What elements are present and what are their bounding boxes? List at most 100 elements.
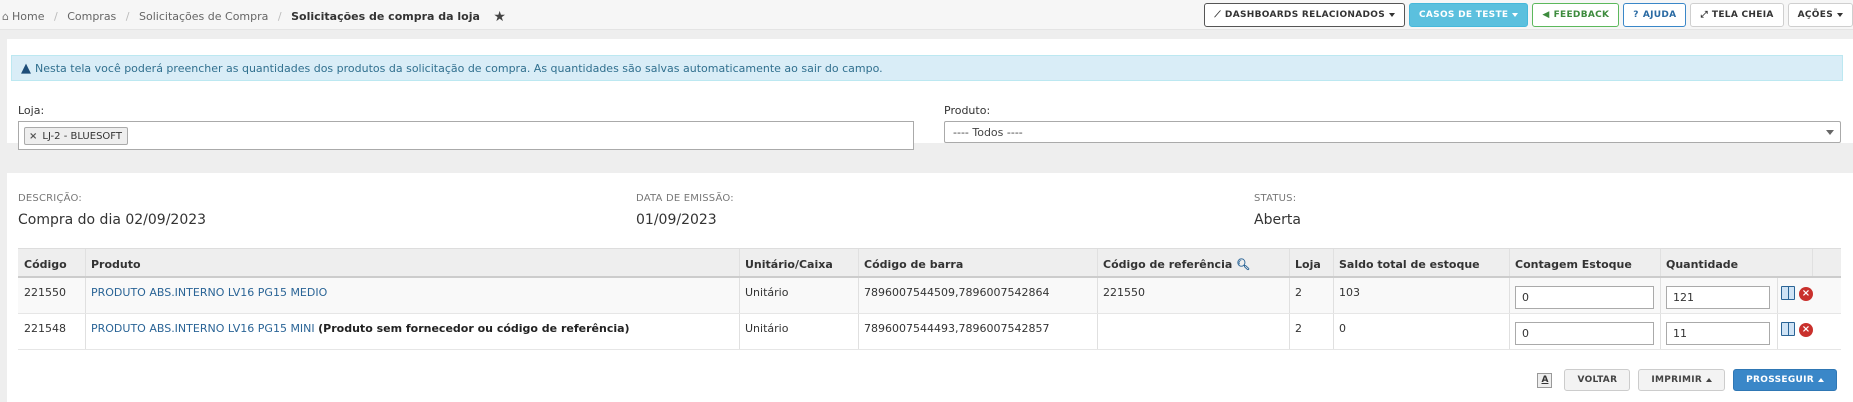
th-quantidade[interactable]: Quantidade <box>1666 258 1738 271</box>
bullhorn-icon: ◀ <box>1542 10 1550 20</box>
font-size-icon[interactable]: A <box>1537 372 1553 388</box>
caret-down-icon <box>1837 13 1843 17</box>
chart-icon: ⟋ <box>1214 10 1221 20</box>
th-loja[interactable]: Loja <box>1295 258 1321 271</box>
loja-multiselect[interactable]: × LJ-2 - BLUESOFT <box>18 121 914 150</box>
page-title: Solicitações de compra da loja <box>291 10 480 23</box>
breadcrumb-home[interactable]: Home <box>12 10 44 23</box>
caret-down-icon <box>1512 13 1519 17</box>
cell-saldo: 103 <box>1339 286 1360 299</box>
th-contagem[interactable]: Contagem Estoque <box>1515 258 1632 271</box>
home-icon: ⌂ <box>2 10 9 23</box>
voltar-button[interactable]: VOLTAR <box>1564 369 1631 391</box>
book-icon[interactable] <box>1781 322 1795 336</box>
loja-tag[interactable]: × LJ-2 - BLUESOFT <box>24 127 128 145</box>
breadcrumb-solicitacoes[interactable]: Solicitações de Compra <box>139 10 268 23</box>
column-divider <box>1289 314 1290 349</box>
column-divider <box>739 278 740 313</box>
th-produto[interactable]: Produto <box>91 258 141 271</box>
column-divider <box>1097 278 1098 313</box>
column-divider <box>858 278 859 313</box>
search-icon[interactable]: 🔍︎ <box>1236 258 1250 271</box>
acoes-label: AÇÕES <box>1797 10 1833 20</box>
th-codigo[interactable]: Código <box>24 258 67 271</box>
cell-loja: 2 <box>1295 286 1302 299</box>
caret-down-icon <box>1389 13 1396 17</box>
th-barra[interactable]: Código de barra <box>864 258 963 271</box>
status-value: Aberta <box>1254 212 1301 228</box>
descricao-label: DESCRIÇÃO: <box>18 193 82 204</box>
produto-link[interactable]: PRODUTO ABS.INTERNO LV16 PG15 MINI <box>91 322 315 335</box>
column-divider <box>1333 314 1334 349</box>
column-divider <box>1812 249 1813 276</box>
top-bar: ⌂ Home / Compras / Solicitações de Compra… <box>0 0 1853 30</box>
table-row: 221548 PRODUTO ABS.INTERNO LV16 PG15 MIN… <box>18 314 1841 350</box>
imprimir-label: IMPRIMIR <box>1651 375 1703 385</box>
prosseguir-button[interactable]: PROSSEGUIR <box>1733 369 1837 391</box>
breadcrumb: ⌂ Home / Compras / Solicitações de Compra… <box>2 8 506 25</box>
ajuda-button[interactable]: ? AJUDA <box>1623 3 1687 27</box>
column-divider <box>85 314 86 349</box>
acoes-button[interactable]: AÇÕES <box>1787 3 1853 27</box>
delete-icon[interactable]: × <box>1799 323 1813 337</box>
table-header: Código Produto Unitário/Caixa Código de … <box>18 248 1841 278</box>
table-row: 221550 PRODUTO ABS.INTERNO LV16 PG15 MED… <box>18 278 1841 314</box>
breadcrumb-separator: / <box>125 10 130 23</box>
breadcrumb-compras[interactable]: Compras <box>67 10 116 23</box>
cell-saldo: 0 <box>1339 322 1346 335</box>
cell-loja: 2 <box>1295 322 1302 335</box>
contagem-input[interactable] <box>1515 322 1654 345</box>
contagem-input[interactable] <box>1515 286 1654 309</box>
th-referencia[interactable]: Código de referência 🔍︎ <box>1103 258 1250 271</box>
descricao-value: Compra do dia 02/09/2023 <box>18 212 207 228</box>
breadcrumb-separator: / <box>277 10 282 23</box>
produto-link[interactable]: PRODUTO ABS.INTERNO LV16 PG15 MEDIO <box>91 286 327 299</box>
column-divider <box>1777 314 1778 349</box>
star-icon[interactable]: ★ <box>493 9 506 25</box>
chevron-down-icon <box>1826 130 1834 135</box>
column-divider <box>1333 278 1334 313</box>
column-divider <box>1097 249 1098 276</box>
th-unitario[interactable]: Unitário/Caixa <box>745 258 833 271</box>
caret-up-icon <box>1818 378 1824 382</box>
emissao-label: DATA DE EMISSÃO: <box>636 193 734 204</box>
loja-label: Loja: <box>18 104 45 117</box>
th-saldo[interactable]: Saldo total de estoque <box>1339 258 1480 271</box>
cell-produto: PRODUTO ABS.INTERNO LV16 PG15 MEDIO <box>91 286 327 299</box>
dashboards-label: DASHBOARDS RELACIONADOS <box>1224 10 1386 20</box>
cell-unitario: Unitário <box>745 286 789 299</box>
tela-cheia-button[interactable]: ⤢ TELA CHEIA <box>1690 3 1784 27</box>
alert-text: Nesta tela você poderá preencher as quan… <box>35 61 883 75</box>
prosseguir-label: PROSSEGUIR <box>1746 375 1814 385</box>
feedback-button[interactable]: ◀ FEEDBACK <box>1532 3 1620 27</box>
footer-actions: A VOLTAR IMPRIMIR PROSSEGUIR <box>1537 369 1837 391</box>
column-divider <box>1289 278 1290 313</box>
cell-codigo: 221548 <box>24 322 66 335</box>
cell-codigo: 221550 <box>24 286 66 299</box>
top-toolbar: ⟋ DASHBOARDS RELACIONADOS CASOS DE TESTE… <box>1204 3 1853 27</box>
casos-teste-label: CASOS DE TESTE <box>1419 10 1509 20</box>
caret-up-icon <box>1706 378 1713 382</box>
quantidade-input[interactable] <box>1666 322 1770 345</box>
column-divider <box>1777 278 1778 313</box>
voltar-label: VOLTAR <box>1577 375 1618 385</box>
casos-teste-button[interactable]: CASOS DE TESTE <box>1409 3 1529 27</box>
remove-tag-icon[interactable]: × <box>29 131 37 142</box>
th-referencia-label: Código de referência <box>1103 258 1233 271</box>
cell-barra: 7896007544493,7896007542857 <box>864 322 1050 335</box>
book-icon[interactable] <box>1781 286 1795 300</box>
feedback-label: FEEDBACK <box>1553 10 1610 20</box>
loja-tag-label: LJ-2 - BLUESOFT <box>42 130 122 142</box>
column-divider <box>1660 314 1661 349</box>
dashboards-button[interactable]: ⟋ DASHBOARDS RELACIONADOS <box>1204 3 1406 27</box>
info-alert: ▲ Nesta tela você poderá preencher as qu… <box>11 55 1843 81</box>
delete-icon[interactable]: × <box>1799 287 1813 301</box>
produto-note: (Produto sem fornecedor ou código de ref… <box>318 322 630 335</box>
imprimir-button[interactable]: IMPRIMIR <box>1638 369 1726 391</box>
column-divider <box>858 249 859 276</box>
status-label: STATUS: <box>1254 193 1297 204</box>
produto-select[interactable]: ---- Todos ---- <box>944 121 1841 143</box>
column-divider <box>1289 249 1290 276</box>
column-divider <box>739 249 740 276</box>
quantidade-input[interactable] <box>1666 286 1770 309</box>
